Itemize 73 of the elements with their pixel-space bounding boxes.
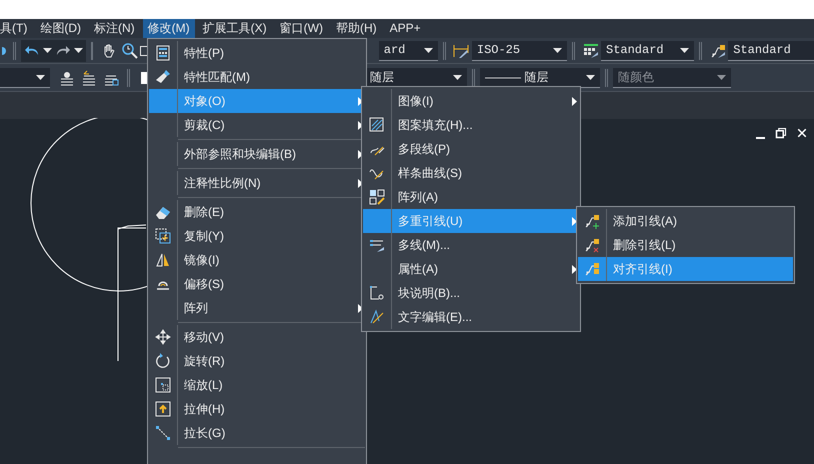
- menu-item[interactable]: 块说明(B)...: [363, 281, 579, 305]
- scale-icon: [155, 377, 171, 393]
- menu-item[interactable]: 删除(E): [149, 200, 365, 224]
- array-icon: [369, 189, 385, 205]
- table-style-combo[interactable]: Standard: [601, 40, 694, 60]
- submenu-arrow-icon: [572, 216, 577, 226]
- move-icon: [155, 329, 171, 345]
- minimize-icon: [756, 137, 765, 139]
- caret-icon: [424, 48, 434, 52]
- menu-item[interactable]: 镜像(I): [149, 248, 365, 272]
- block-icon: [369, 285, 385, 301]
- rotate-icon: [155, 353, 171, 369]
- dimension-icon: [453, 42, 470, 58]
- brush-icon: [155, 69, 171, 85]
- caret-icon: [74, 48, 83, 53]
- lineweight-combo[interactable]: 随层: [365, 68, 467, 88]
- menu-item[interactable]: 多线(M)...: [363, 233, 579, 257]
- dim-style-combo[interactable]: ISO-25: [472, 40, 568, 60]
- stretch-icon: [155, 401, 171, 417]
- menu-bar-item[interactable]: 标注(N): [89, 19, 140, 38]
- menu-item[interactable]: 缩放(L): [149, 373, 365, 397]
- close-icon: [796, 127, 808, 139]
- layer-previous-icon: [81, 70, 97, 86]
- linetype-combo[interactable]: ——— 随层: [480, 68, 600, 88]
- menu-item[interactable]: 拉伸(H): [149, 397, 365, 421]
- remove-leader-icon: [584, 237, 600, 253]
- caret-icon: [453, 74, 462, 80]
- calculator-icon: [155, 45, 171, 61]
- lengthen-icon: [155, 425, 171, 441]
- menu-item[interactable]: 偏移(S): [149, 272, 365, 296]
- menu-bar-item[interactable]: 帮助(H): [331, 19, 382, 38]
- menu-bar-item[interactable]: 窗口(W): [274, 19, 328, 38]
- mirror-icon: [155, 252, 171, 268]
- eraser-icon: [155, 204, 171, 220]
- caret-icon: [553, 48, 562, 52]
- multiline-icon: [369, 237, 385, 253]
- menu-item[interactable]: 复制(Y): [149, 224, 365, 248]
- menu-bar-item[interactable]: 绘图(D): [35, 19, 86, 38]
- menu-bar-item[interactable]: 扩展工具(X): [198, 19, 272, 38]
- menu-item[interactable]: 图像(I): [363, 89, 579, 113]
- zoom-icon: [122, 42, 138, 58]
- menu-item[interactable]: 移动(V): [149, 325, 365, 349]
- caret-icon: [717, 74, 726, 80]
- hatch-icon: [369, 117, 385, 133]
- copy-icon: [155, 228, 171, 244]
- layer-combo[interactable]: [0, 68, 50, 88]
- menu-bar-item[interactable]: 具(T): [0, 19, 32, 38]
- submenu-arrow-icon: [572, 96, 577, 106]
- menu-item[interactable]: 添加引线(A): [578, 209, 793, 233]
- menu-item[interactable]: 旋转(R): [149, 349, 365, 373]
- menu-item[interactable]: 拉长(G): [149, 421, 365, 445]
- menu-item[interactable]: 多段线(P): [363, 137, 579, 161]
- menu-bar-item[interactable]: 修改(M): [142, 19, 195, 38]
- text-edit-icon: [369, 309, 385, 325]
- caret-icon: [586, 74, 595, 80]
- window-icon: [140, 46, 148, 56]
- menu-item[interactable]: 文字编辑(E)...: [363, 305, 579, 329]
- menu-bar-item[interactable]: APP+: [384, 19, 426, 38]
- menu-item[interactable]: 图案填充(H)...: [363, 113, 579, 137]
- layer-icon: [59, 70, 75, 86]
- caret-icon: [42, 48, 52, 53]
- table-icon: [582, 42, 599, 58]
- add-leader-icon: [584, 213, 600, 229]
- leader-style-icon: [710, 42, 726, 58]
- align-leader-icon: [584, 261, 600, 277]
- restore-icon: [775, 127, 787, 139]
- submenu-arrow-icon: [572, 264, 577, 274]
- caret-icon: [680, 48, 690, 52]
- caret-icon: [36, 74, 45, 80]
- multileader-style-combo[interactable]: Standard: [728, 40, 814, 60]
- menu-item[interactable]: 样条曲线(S): [363, 161, 579, 185]
- menu-item[interactable]: 特性(P): [149, 41, 365, 65]
- text-style-combo[interactable]: ard: [378, 40, 438, 60]
